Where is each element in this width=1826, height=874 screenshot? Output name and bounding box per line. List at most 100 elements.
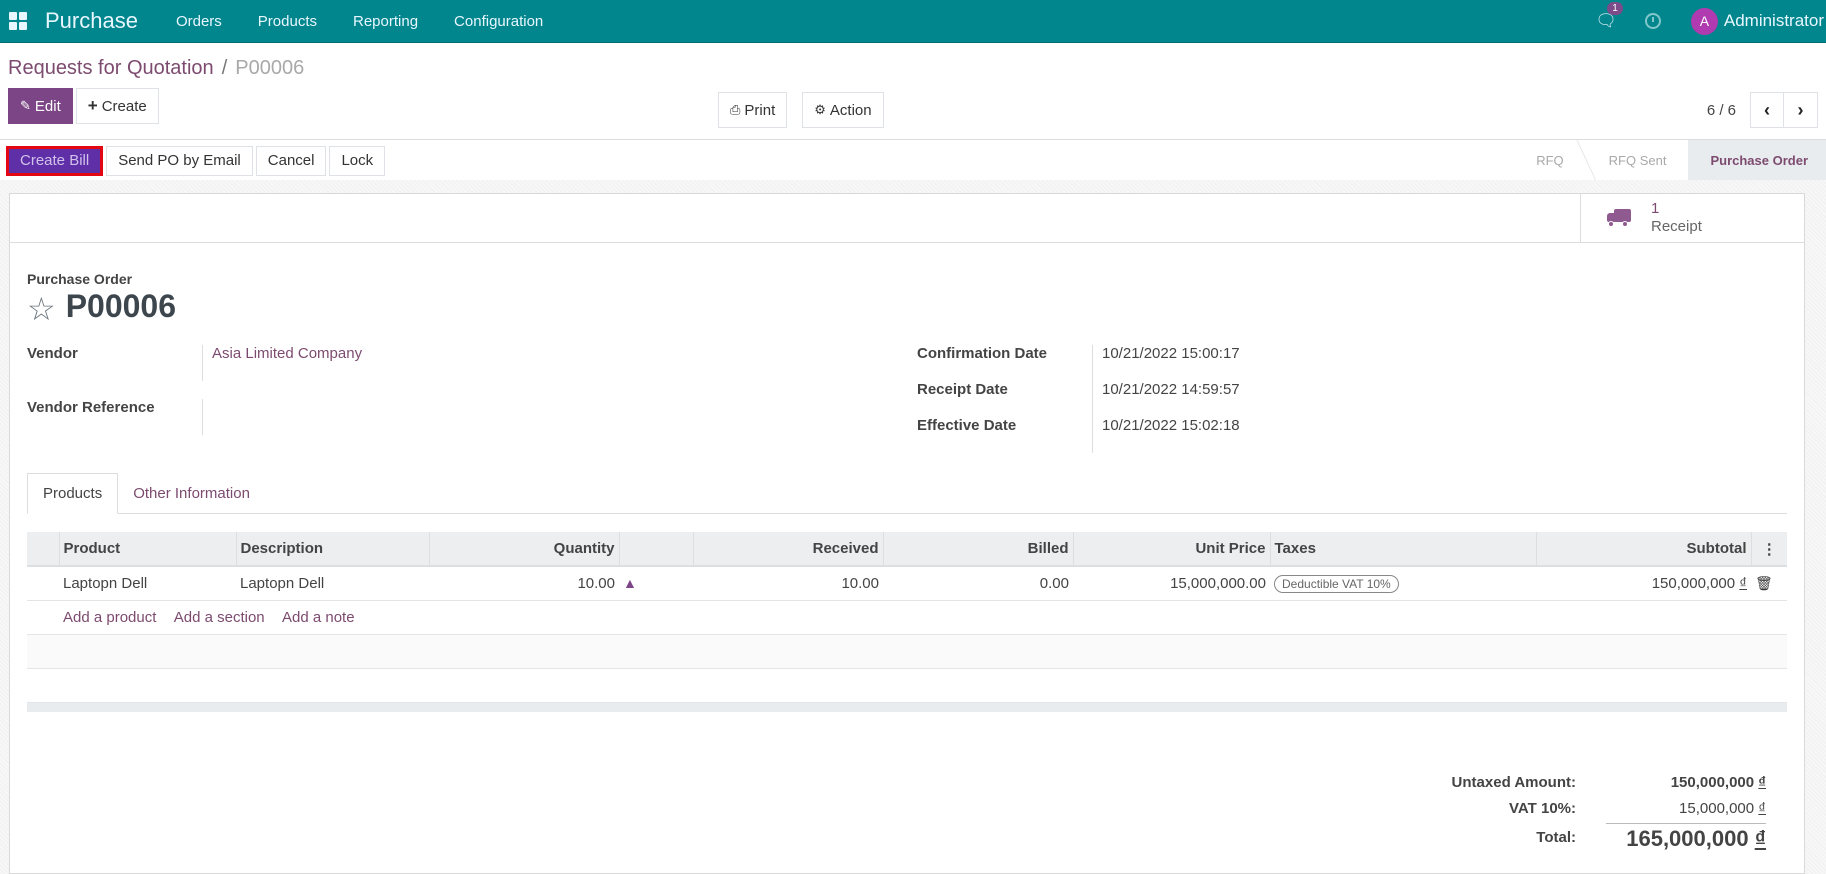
cell-description[interactable]: Laptopn Dell [236,566,429,601]
pager-value[interactable]: 6 / 6 [1707,102,1736,119]
receipt-date-field: 10/21/2022 14:59:57 [1102,381,1240,398]
control-panel: Requests for Quotation / P00006 ✎ Edit +… [0,43,1826,140]
form-sheet: 1 Receipt Purchase Order ☆ P00006 Vendor… [9,193,1805,874]
edit-button[interactable]: ✎ Edit [8,88,73,124]
column-received[interactable]: Received [692,532,883,567]
vendor-reference-label: Vendor Reference [27,399,203,435]
menu-products[interactable]: Products [258,13,317,30]
tab-products[interactable]: Products [27,473,119,514]
receipt-label: Receipt [1651,218,1702,235]
subtotal-value: 150,000,000 [1651,574,1736,592]
vat-value: 15,000,000 ₫ [1679,799,1766,817]
create-bill-button[interactable]: Create Bill [6,145,104,176]
table-footer [27,702,1787,712]
vendor-group: Vendor Asia Limited Company Vendor Refer… [27,345,917,453]
effective-date-field: 10/21/2022 15:02:18 [1102,417,1240,434]
vendor-reference-field[interactable] [203,399,917,435]
column-unit-price[interactable]: Unit Price [1072,532,1270,567]
print-label: Print [744,101,776,119]
plus-icon: + [87,96,98,115]
print-button[interactable]: ⎙ Print [718,92,788,128]
receipt-date-label: Receipt Date [917,381,1093,417]
cell-forecast[interactable]: ▲ [619,566,693,601]
area-chart-icon[interactable]: ▲ [623,575,637,591]
column-subtotal[interactable]: Subtotal [1535,532,1751,567]
tax-badge: Deductible VAT 10% [1274,574,1399,593]
column-billed[interactable]: Billed [882,532,1073,567]
cell-taxes[interactable]: Deductible VAT 10% [1270,566,1536,601]
top-navbar: Purchase Orders Products Reporting Confi… [0,0,1826,43]
title-label: Purchase Order [27,271,133,287]
tab-other-information[interactable]: Other Information [118,473,265,513]
column-options[interactable]: ⋮ [1750,532,1787,567]
form-background: 1 Receipt Purchase Order ☆ P00006 Vendor… [0,180,1826,874]
currency-symbol: ₫ [1739,574,1747,592]
column-description[interactable]: Description [235,532,429,567]
truck-icon [1607,209,1631,227]
breadcrumb: Requests for Quotation / P00006 [8,43,1818,80]
vat-row: VAT 10%: 15,000,000 ₫ [1436,795,1766,821]
user-menu[interactable]: Administrator [1724,11,1824,31]
total-row: Total: 165,000,000 ₫ [1436,821,1766,853]
column-taxes[interactable]: Taxes [1269,532,1536,567]
handle-column-header [27,532,59,567]
table-row[interactable]: Laptopn Dell Laptopn Dell 10.00 ▲ 10.00 … [27,566,1787,601]
pencil-icon: ✎ [20,98,31,113]
stage-rfq-sent[interactable]: RFQ Sent [1587,140,1689,181]
cell-unit-price[interactable]: 15,000,000.00 [1073,566,1270,601]
action-button[interactable]: ⚙ Action [802,92,884,128]
add-section-link[interactable]: Add a section [174,609,265,626]
star-icon[interactable]: ☆ [27,293,56,325]
menu-orders[interactable]: Orders [176,13,222,30]
action-label: Action [829,101,872,119]
confirmation-date-label: Confirmation Date [917,345,1093,381]
breadcrumb-separator: / [221,57,228,79]
add-product-link[interactable]: Add a product [63,609,156,626]
vendor-field[interactable]: Asia Limited Company [203,345,917,381]
cell-delete[interactable]: 🗑 [1751,566,1787,601]
messaging-button[interactable]: 🗨 1 [1595,2,1623,31]
send-po-email-button[interactable]: Send PO by Email [106,145,253,176]
empty-row [27,634,1787,669]
receipt-count: 1 [1651,200,1660,217]
create-button[interactable]: + Create [75,88,159,124]
receipt-smart-button[interactable]: 1 Receipt [1580,194,1804,242]
breadcrumb-parent[interactable]: Requests for Quotation [8,57,214,80]
stage-rfq[interactable]: RFQ [1514,140,1585,181]
avatar[interactable]: A [1690,7,1718,35]
untaxed-label: Untaxed Amount: [1451,773,1576,791]
print-icon: ⎙ [730,102,741,117]
totals-block: Untaxed Amount: 150,000,000 ₫ VAT 10%: 1… [1436,769,1766,853]
empty-row [27,668,1787,703]
add-line-row: Add a product Add a section Add a note [27,600,1787,635]
kebab-menu-icon: ⋮ [1761,540,1777,558]
breadcrumb-current: P00006 [235,57,305,79]
menu-reporting[interactable]: Reporting [353,13,418,30]
vendor-label: Vendor [27,345,203,381]
cancel-button[interactable]: Cancel [255,145,327,176]
untaxed-row: Untaxed Amount: 150,000,000 ₫ [1436,769,1766,795]
dates-group: Confirmation Date 10/21/2022 15:00:17 Re… [917,345,1240,453]
status-bar: Create Bill Send PO by Email Cancel Lock… [0,140,1826,182]
app-name[interactable]: Purchase [45,8,138,34]
total-value: 165,000,000 ₫ [1606,822,1766,852]
row-handle [27,566,59,601]
cell-quantity[interactable]: 10.00 [429,566,619,601]
stage-purchase-order[interactable]: Purchase Order [1688,140,1826,181]
trash-icon[interactable]: 🗑 [1755,575,1773,591]
apps-grid-icon[interactable] [9,12,27,30]
notebook-tabs: Products Other Information [27,473,1787,514]
add-note-link[interactable]: Add a note [282,609,355,626]
pager-previous-button[interactable]: ‹ [1750,92,1784,128]
column-forecast [618,532,693,567]
column-product[interactable]: Product [58,532,236,567]
pager-next-button[interactable]: › [1784,92,1818,128]
cell-product[interactable]: Laptopn Dell [59,566,236,601]
lock-button[interactable]: Lock [329,145,386,176]
cell-subtotal: 150,000,000 ₫ [1536,566,1751,601]
gear-icon: ⚙ [814,102,826,117]
menu-configuration[interactable]: Configuration [454,13,543,30]
clock-icon[interactable] [1644,13,1661,29]
column-quantity[interactable]: Quantity [428,532,619,567]
button-box: 1 Receipt [10,194,1804,243]
